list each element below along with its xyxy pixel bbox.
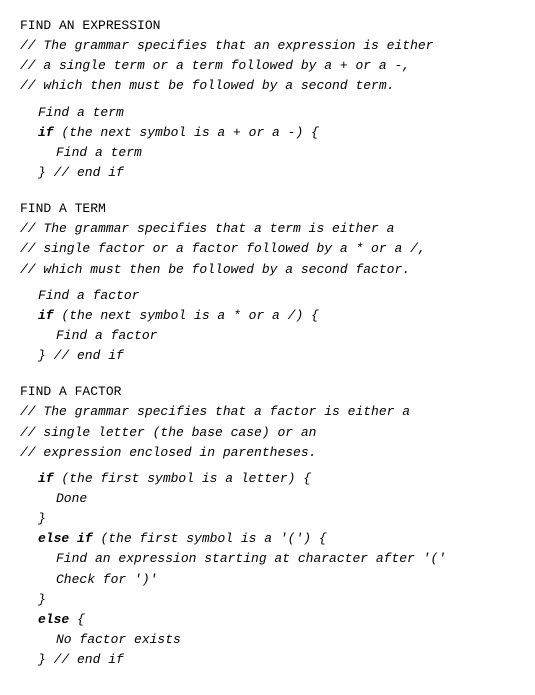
comment-expression-1: // The grammar specifies that an express… <box>20 36 515 56</box>
section-expression: FIND AN EXPRESSION // The grammar specif… <box>20 16 515 183</box>
section-header-term: FIND A TERM <box>20 199 515 219</box>
expr-find-term-inner: Find a term <box>20 143 515 163</box>
factor-else-keyword: else <box>38 531 69 546</box>
factor-else-if-line: else if (the first symbol is a '(') { <box>20 529 515 549</box>
term-if-rest: (the next symbol is a * or a /) { <box>54 308 319 323</box>
section-term: FIND A TERM // The grammar specifies tha… <box>20 199 515 366</box>
expr-if-line: if (the next symbol is a + or a -) { <box>20 123 515 143</box>
factor-if-line: if (the first symbol is a letter) { <box>20 469 515 489</box>
expr-end-if: } // end if <box>20 163 515 183</box>
factor-close-brace-1: } <box>20 509 515 529</box>
factor-else2-keyword: else <box>38 612 69 627</box>
comment-term-2: // single factor or a factor followed by… <box>20 239 515 259</box>
term-end-if: } // end if <box>20 346 515 366</box>
factor-check-paren: Check for ')' <box>20 570 515 590</box>
factor-find-expression: Find an expression starting at character… <box>20 549 515 569</box>
comment-expression-2: // a single term or a term followed by a… <box>20 56 515 76</box>
comment-term-3: // which must then be followed by a seco… <box>20 260 515 280</box>
comment-factor-1: // The grammar specifies that a factor i… <box>20 402 515 422</box>
comment-factor-2: // single letter (the base case) or an <box>20 423 515 443</box>
section-header-factor: FIND A FACTOR <box>20 382 515 402</box>
factor-if-rest: (the first symbol is a letter) { <box>54 471 311 486</box>
factor-done: Done <box>20 489 515 509</box>
expr-find-term: Find a term <box>20 103 515 123</box>
term-find-factor-inner: Find a factor <box>20 326 515 346</box>
comment-expression-3: // which then must be followed by a seco… <box>20 76 515 96</box>
section-factor: FIND A FACTOR // The grammar specifies t… <box>20 382 515 670</box>
term-find-factor: Find a factor <box>20 286 515 306</box>
comment-factor-3: // expression enclosed in parentheses. <box>20 443 515 463</box>
term-if-line: if (the next symbol is a * or a /) { <box>20 306 515 326</box>
term-if-keyword: if <box>38 308 54 323</box>
section-header-expression: FIND AN EXPRESSION <box>20 16 515 36</box>
factor-else-rest: { <box>69 612 85 627</box>
factor-close-brace-2: } <box>20 590 515 610</box>
code-content: FIND AN EXPRESSION // The grammar specif… <box>20 16 515 670</box>
factor-if-keyword: if <box>38 471 54 486</box>
factor-else-if-rest: (the first symbol is a '(') { <box>93 531 327 546</box>
expr-if-keyword: if <box>38 125 54 140</box>
comment-term-1: // The grammar specifies that a term is … <box>20 219 515 239</box>
factor-no-factor: No factor exists <box>20 630 515 650</box>
factor-if2-keyword: if <box>77 531 93 546</box>
factor-end-if: } // end if <box>20 650 515 670</box>
expr-if-rest: (the next symbol is a + or a -) { <box>54 125 319 140</box>
factor-else-line: else { <box>20 610 515 630</box>
